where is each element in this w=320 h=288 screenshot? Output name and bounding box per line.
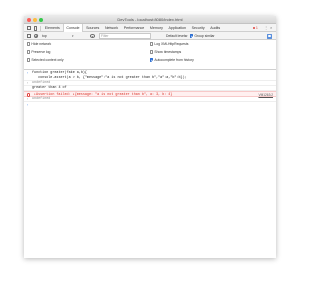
inspect-element-icon[interactable] — [27, 26, 31, 30]
clear-console-icon[interactable] — [34, 34, 38, 38]
error-count-badge[interactable]: 1 — [252, 26, 259, 30]
preserve-log-label: Preserve log — [31, 49, 51, 54]
close-devtools-icon[interactable]: × — [270, 25, 272, 31]
console-toolbar: top ▾ Default levels ▾ Group similar — [24, 32, 276, 40]
more-options-icon[interactable]: ⋮ — [264, 25, 268, 31]
tab-divider — [40, 25, 41, 31]
show-timestamps-checkbox[interactable] — [150, 50, 154, 54]
console-messages: › function greater(fake a,b){ console.as… — [24, 70, 276, 258]
filter-input[interactable] — [99, 33, 151, 39]
log-xmlhttprequests-checkbox[interactable] — [150, 42, 154, 46]
group-similar-label: Group similar — [194, 33, 215, 38]
tab-sources[interactable]: Sources — [83, 24, 102, 32]
console-settings-pane: Hide network Preserve log Selected conte… — [24, 40, 276, 70]
tab-elements[interactable]: Elements — [42, 24, 63, 32]
show-timestamps-label: Show timestamps — [154, 49, 182, 54]
sidebar-toggle-icon[interactable] — [27, 34, 31, 38]
tab-network[interactable]: Network — [102, 24, 121, 32]
tab-application[interactable]: Application — [166, 24, 189, 32]
chevron-down-icon: ▾ — [186, 33, 188, 38]
live-expression-icon[interactable] — [90, 34, 95, 38]
log-xmlhttprequests-label: Log XMLHttpRequests — [154, 41, 189, 46]
setting-selected-context-only[interactable]: Selected context only — [27, 57, 64, 63]
tab-security[interactable]: Security — [189, 24, 208, 32]
panel-tabs: Elements Console Sources Network Perform… — [42, 24, 223, 32]
context-select[interactable]: top — [41, 34, 81, 39]
group-similar-toggle[interactable]: Group similar — [190, 34, 215, 39]
hide-network-checkbox[interactable] — [27, 42, 31, 46]
selected-context-only-label: Selected context only — [31, 57, 64, 62]
tab-memory[interactable]: Memory — [147, 24, 166, 32]
window-title: DevTools - localhost:8080/index.html — [117, 17, 183, 22]
tab-console[interactable]: Console — [62, 24, 84, 32]
autocomplete-from-history-label: Autocomplete from history — [154, 57, 194, 62]
setting-log-xmlhttprequests[interactable]: Log XMLHttpRequests — [150, 41, 189, 47]
preserve-log-checkbox[interactable] — [27, 50, 31, 54]
panel-tab-bar: Elements Console Sources Network Perform… — [24, 24, 276, 32]
console-settings-icon[interactable] — [267, 33, 272, 39]
title-bar: DevTools - localhost:8080/index.html — [24, 16, 276, 24]
console-prompt[interactable]: › — [24, 102, 276, 108]
devtools-window: DevTools - localhost:8080/index.html Ele… — [24, 16, 276, 258]
setting-autocomplete-from-history[interactable]: Autocomplete from history — [150, 57, 194, 63]
setting-show-timestamps[interactable]: Show timestamps — [150, 49, 181, 55]
tab-audits[interactable]: Audits — [207, 24, 223, 32]
input-chevron-icon: › — [27, 71, 29, 75]
log-levels-select[interactable]: Default levels — [166, 34, 186, 39]
selected-context-only-checkbox[interactable] — [27, 58, 31, 62]
autocomplete-from-history-checkbox[interactable] — [150, 58, 154, 62]
prompt-chevron-icon: › — [27, 103, 29, 107]
device-toolbar-icon[interactable] — [34, 25, 37, 31]
hide-network-label: Hide network — [31, 41, 52, 46]
console-input-message: › function greater(fake a,b){ console.as… — [24, 71, 276, 81]
group-similar-checkbox[interactable] — [190, 34, 194, 38]
input-code-line: console.assert(a > b, {"message":"a is n… — [32, 75, 187, 80]
input-code-line: function greater(fake a,b){ — [32, 71, 87, 75]
setting-hide-network[interactable]: Hide network — [27, 41, 51, 47]
setting-preserve-log[interactable]: Preserve log — [27, 49, 50, 55]
chevron-down-icon: ▾ — [72, 33, 74, 38]
tab-performance[interactable]: Performance — [121, 24, 147, 32]
